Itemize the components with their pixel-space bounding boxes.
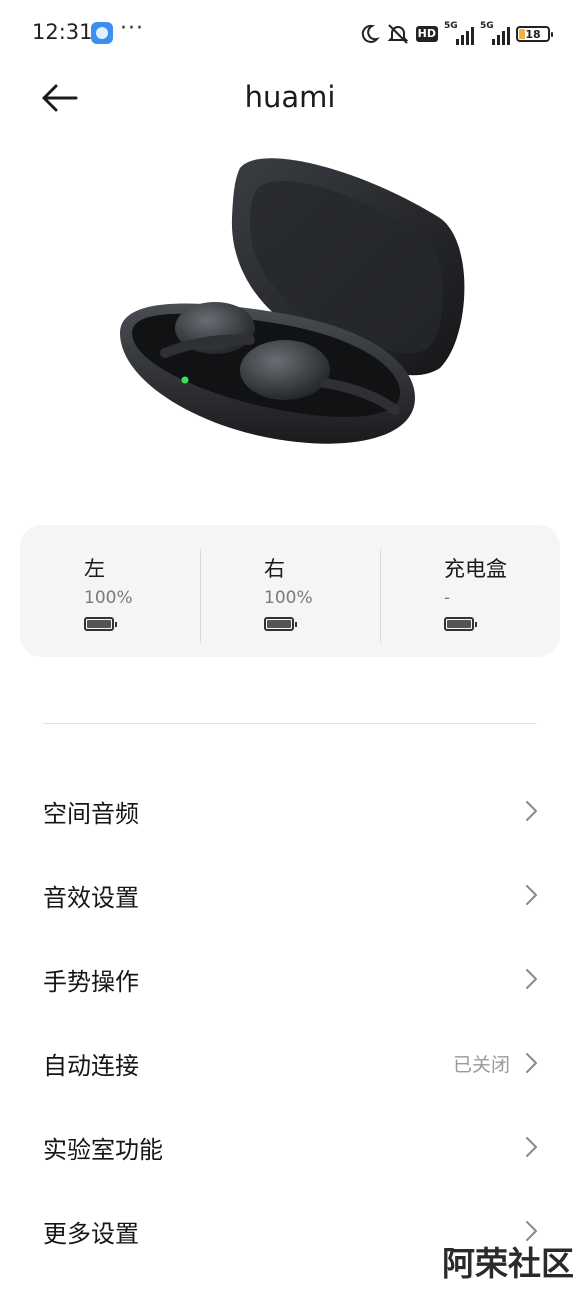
auto-connect-row[interactable]: 自动连接 已关闭 — [0, 1020, 580, 1104]
battery-icon: 18 — [516, 26, 553, 42]
left-earbud-percent: 100% — [84, 588, 133, 608]
watermark: 阿荣社区 — [442, 1244, 574, 1283]
left-earbud-battery: 左 100% — [20, 525, 200, 657]
signal-icon: 5G — [480, 21, 510, 45]
list-item-label: 自动连接 — [43, 1052, 139, 1080]
left-earbud-label: 左 — [84, 557, 105, 581]
status-bar: 12:31 ··· HD 5G 5G 18 — [0, 0, 580, 68]
chevron-right-icon — [526, 1137, 537, 1157]
list-item-label: 音效设置 — [43, 884, 139, 912]
signal-icon: 5G — [444, 21, 474, 45]
case-percent: - — [444, 588, 451, 608]
more-notifications-icon: ··· — [120, 16, 144, 41]
battery-icon — [264, 617, 297, 631]
chevron-right-icon — [526, 885, 537, 905]
right-earbud-percent: 100% — [264, 588, 313, 608]
section-divider — [43, 723, 537, 724]
battery-icon — [84, 617, 117, 631]
lab-features-row[interactable]: 实验室功能 — [0, 1104, 580, 1188]
battery-level: 18 — [525, 27, 541, 41]
settings-list: 空间音频 音效设置 手势操作 自动连接 已关闭 实验室功能 更多设置 — [0, 768, 580, 1272]
sound-effects-row[interactable]: 音效设置 — [0, 852, 580, 936]
case-battery: 充电盒 - — [380, 525, 560, 657]
right-earbud-label: 右 — [264, 557, 285, 581]
list-item-label: 空间音频 — [43, 800, 139, 828]
page-title: huami — [244, 80, 336, 114]
spatial-audio-row[interactable]: 空间音频 — [0, 768, 580, 852]
list-item-label: 更多设置 — [43, 1220, 139, 1248]
right-earbud-battery: 右 100% — [200, 525, 380, 657]
earbuds-product-image — [110, 148, 470, 458]
list-item-label: 手势操作 — [43, 968, 139, 996]
chevron-right-icon — [526, 801, 537, 821]
chevron-right-icon — [526, 1053, 537, 1073]
battery-status-card: 左 100% 右 100% 充电盒 - — [20, 525, 560, 657]
chevron-right-icon — [526, 969, 537, 989]
moon-icon — [358, 23, 380, 45]
app-icon — [91, 22, 113, 44]
auto-connect-status: 已关闭 — [452, 1054, 510, 1076]
status-icons: HD 5G 5G 18 — [358, 21, 553, 46]
case-label: 充电盒 — [444, 557, 507, 581]
battery-icon — [444, 617, 477, 631]
mute-bell-icon — [386, 23, 410, 45]
list-item-label: 实验室功能 — [43, 1136, 163, 1164]
status-time: 12:31 — [32, 20, 93, 44]
hd-badge: HD — [415, 26, 438, 42]
gesture-controls-row[interactable]: 手势操作 — [0, 936, 580, 1020]
